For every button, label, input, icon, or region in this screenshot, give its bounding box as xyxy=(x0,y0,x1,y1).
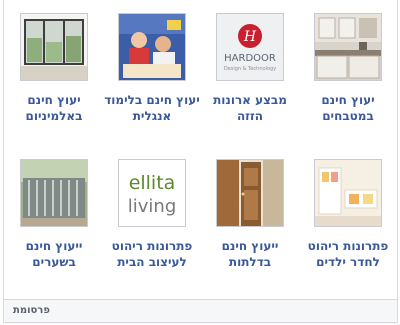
sponsored-footer: פרסומת xyxy=(4,299,397,324)
ellita-logo-text: ellita xyxy=(129,172,176,194)
ad-label[interactable]: יעוץ חינם בלימוד אנגלית xyxy=(104,92,200,124)
kitchen-photo[interactable] xyxy=(314,13,382,81)
kids-room-photo[interactable] xyxy=(314,159,382,227)
divider xyxy=(4,322,397,323)
gates-photo[interactable] xyxy=(20,159,88,227)
hardoor-logo-subtext: Design & Technology xyxy=(224,66,276,72)
ad-item-english[interactable]: יעוץ חינם בלימוד אנגלית xyxy=(102,10,202,152)
ad-item-sliding-wardrobes[interactable]: H HARDOOR Design & Technology מבצע ארונו… xyxy=(200,10,300,152)
svg-text:H: H xyxy=(243,29,257,45)
hardoor-logo-text: HARDOOR xyxy=(224,53,276,64)
ad-item-aluminum[interactable]: יעוץ חינם באלמיניום xyxy=(4,10,104,152)
ad-item-kids-room[interactable]: פתרונות ריהוט לחדר ילדים xyxy=(298,156,398,298)
ad-label[interactable]: פתרונות ריהוט לחדר ילדים xyxy=(300,238,396,270)
doors-photo[interactable] xyxy=(216,159,284,227)
ad-label[interactable]: מבצע ארונות הזזה xyxy=(202,92,298,124)
ad-label[interactable]: יעוץ חינם במטבחים xyxy=(300,92,396,124)
english-students-photo[interactable] xyxy=(118,13,186,81)
ad-item-doors[interactable]: ייעוץ חינם בדלתות xyxy=(200,156,300,298)
living-logo-text: living xyxy=(128,196,177,217)
ad-item-kitchen[interactable]: יעוץ חינם במטבחים xyxy=(298,10,398,152)
sponsored-widget: יעוץ חינם במטבחים H HARDOOR Design & Tec… xyxy=(3,0,398,324)
ad-item-gates[interactable]: ייעוץ חינם בשערים xyxy=(4,156,104,298)
ad-item-home-furniture[interactable]: ellita living פתרונות ריהוט לעיצוב הבית xyxy=(102,156,202,298)
ad-label[interactable]: יעוץ חינם באלמיניום xyxy=(6,92,102,124)
aluminum-windows-photo[interactable] xyxy=(20,13,88,81)
ellita-living-logo[interactable]: ellita living xyxy=(118,159,186,227)
ad-label[interactable]: ייעוץ חינם בדלתות xyxy=(202,238,298,270)
sponsored-label: פרסומת xyxy=(13,305,50,316)
ad-label[interactable]: ייעוץ חינם בשערים xyxy=(6,238,102,270)
ad-label[interactable]: פתרונות ריהוט לעיצוב הבית xyxy=(104,238,200,270)
hardoor-logo[interactable]: H HARDOOR Design & Technology xyxy=(216,13,284,81)
ads-grid: יעוץ חינם במטבחים H HARDOOR Design & Tec… xyxy=(4,10,397,300)
